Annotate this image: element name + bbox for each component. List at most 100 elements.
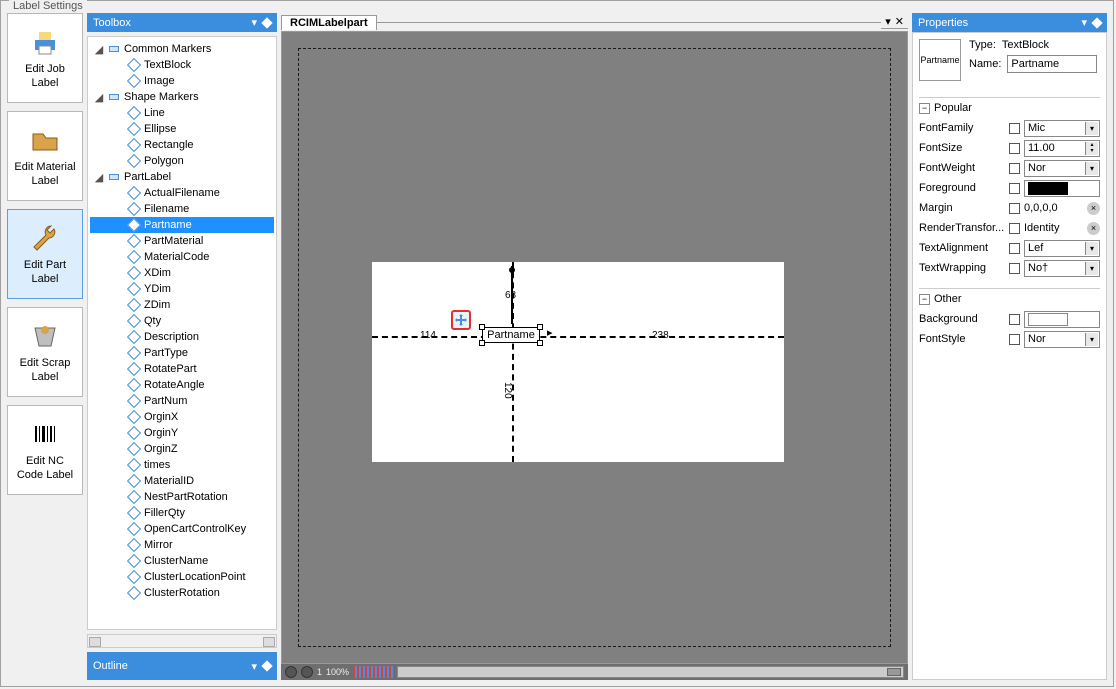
edit-scrap-label-button[interactable]: Edit Scrap Label — [7, 307, 83, 397]
tree-item-partmaterial[interactable]: PartMaterial — [90, 233, 274, 249]
tree-item-line[interactable]: Line — [90, 105, 274, 121]
property-label: FontSize — [919, 142, 1005, 154]
tree-item-times[interactable]: times — [90, 457, 274, 473]
property-marker[interactable] — [1009, 334, 1020, 345]
resize-handle[interactable] — [537, 340, 543, 346]
property-label: TextWrapping — [919, 262, 1005, 274]
horizontal-scrollbar[interactable] — [397, 666, 904, 678]
tree-item-clusterlocationpoint[interactable]: ClusterLocationPoint — [90, 569, 274, 585]
tree-item-description[interactable]: Description — [90, 329, 274, 345]
dropdown-icon[interactable]: ▾ — [251, 660, 257, 673]
barcode-icon — [29, 418, 61, 450]
dropdown-icon[interactable]: ▾ — [251, 16, 257, 29]
tree-item-clustername[interactable]: ClusterName — [90, 553, 274, 569]
tree-item-fillerqty[interactable]: FillerQty — [90, 505, 274, 521]
tree-item-image[interactable]: Image — [90, 73, 274, 89]
tree-item-polygon[interactable]: Polygon — [90, 153, 274, 169]
selected-textblock[interactable]: Partname — [482, 327, 540, 343]
property-marker[interactable] — [1009, 143, 1020, 154]
property-value-select[interactable]: Mic▾ — [1024, 120, 1100, 137]
tree-item-rotatepart[interactable]: RotatePart — [90, 361, 274, 377]
property-marker[interactable] — [1009, 263, 1020, 274]
property-row: Margin0,0,0,0× — [919, 198, 1100, 218]
type-label: Type: — [969, 39, 996, 51]
edit-part-label-button[interactable]: Edit Part Label — [7, 209, 83, 299]
designer-statusbar: 1 100% — [281, 664, 908, 680]
tree-group[interactable]: ◢Shape Markers — [90, 89, 274, 105]
collapse-icon[interactable]: − — [919, 294, 930, 305]
tree-group[interactable]: ◢PartLabel — [90, 169, 274, 185]
tree-item-clusterrotation[interactable]: ClusterRotation — [90, 585, 274, 601]
tree-item-ydim[interactable]: YDim — [90, 281, 274, 297]
property-value-select[interactable]: Nor▾ — [1024, 160, 1100, 177]
property-marker[interactable] — [1009, 183, 1020, 194]
property-value-color[interactable] — [1024, 311, 1100, 328]
move-grip-icon[interactable] — [451, 310, 471, 330]
tree-item-materialcode[interactable]: MaterialCode — [90, 249, 274, 265]
view-toggle-icon[interactable] — [353, 666, 393, 678]
tree-item-textblock[interactable]: TextBlock — [90, 57, 274, 73]
tab-close-icon[interactable]: ✕ — [895, 15, 904, 28]
tree-item-mirror[interactable]: Mirror — [90, 537, 274, 553]
dropdown-icon[interactable]: ▾ — [1081, 16, 1087, 29]
pin-icon[interactable] — [261, 17, 272, 28]
resize-handle[interactable] — [479, 340, 485, 346]
tree-item-rotateangle[interactable]: RotateAngle — [90, 377, 274, 393]
label-paper[interactable]: 68 120 114 238 Partname ▸ — [372, 262, 784, 462]
tree-item-zdim[interactable]: ZDim — [90, 297, 274, 313]
property-marker[interactable] — [1009, 163, 1020, 174]
expand-right-icon[interactable]: ▸ — [547, 326, 553, 339]
type-value: TextBlock — [1002, 39, 1049, 51]
tree-item-orginy[interactable]: OrginY — [90, 425, 274, 441]
property-marker[interactable] — [1009, 203, 1020, 214]
tree-item-qty[interactable]: Qty — [90, 313, 274, 329]
property-label: TextAlignment — [919, 242, 1005, 254]
tree-item-actualfilename[interactable]: ActualFilename — [90, 185, 274, 201]
property-marker[interactable] — [1009, 223, 1020, 234]
tree-item-materialid[interactable]: MaterialID — [90, 473, 274, 489]
popular-section-title: Popular — [934, 102, 972, 114]
designer-canvas[interactable]: 68 120 114 238 Partname ▸ — [281, 31, 908, 664]
toolbox-scrollbar[interactable] — [87, 634, 277, 648]
tree-item-orginz[interactable]: OrginZ — [90, 441, 274, 457]
designer-tab[interactable]: RCIMLabelpart — [281, 15, 377, 30]
tree-item-filename[interactable]: Filename — [90, 201, 274, 217]
property-value-select[interactable]: No†▾ — [1024, 260, 1100, 277]
pin-icon[interactable] — [1091, 17, 1102, 28]
tree-item-xdim[interactable]: XDim — [90, 265, 274, 281]
tab-dropdown-icon[interactable]: ▾ — [885, 15, 891, 28]
tree-item-opencartcontrolkey[interactable]: OpenCartControlKey — [90, 521, 274, 537]
tree-item-nestpartrotation[interactable]: NestPartRotation — [90, 489, 274, 505]
resize-handle[interactable] — [537, 324, 543, 330]
collapse-icon[interactable]: − — [919, 103, 930, 114]
toolbox-header: Toolbox ▾ — [87, 13, 277, 32]
edit-material-label-button[interactable]: Edit Material Label — [7, 111, 83, 201]
resize-handle[interactable] — [479, 324, 485, 330]
name-input[interactable] — [1007, 55, 1097, 73]
property-value-spinner[interactable]: 11.00▴▾ — [1024, 140, 1100, 157]
property-marker[interactable] — [1009, 123, 1020, 134]
clear-icon[interactable]: × — [1087, 222, 1100, 235]
tree-item-ellipse[interactable]: Ellipse — [90, 121, 274, 137]
tree-item-rectangle[interactable]: Rectangle — [90, 137, 274, 153]
zoom-out-icon[interactable] — [285, 666, 297, 678]
tree-item-parttype[interactable]: PartType — [90, 345, 274, 361]
property-marker[interactable] — [1009, 243, 1020, 254]
property-marker[interactable] — [1009, 314, 1020, 325]
property-label: FontFamily — [919, 122, 1005, 134]
property-value-select[interactable]: Lef▾ — [1024, 240, 1100, 257]
properties-panel: Partname Type:TextBlock Name: −Popular F… — [912, 32, 1107, 680]
edit-nc-code-label-button[interactable]: Edit NC Code Label — [7, 405, 83, 495]
tree-item-partname[interactable]: Partname — [90, 217, 274, 233]
clear-icon[interactable]: × — [1087, 202, 1100, 215]
zoom-in-icon[interactable] — [301, 666, 313, 678]
tree-group[interactable]: ◢Common Markers — [90, 41, 274, 57]
pin-icon[interactable] — [261, 660, 272, 671]
outline-header: Outline ▾ — [87, 652, 277, 680]
edit-job-label-button[interactable]: Edit Job Label — [7, 13, 83, 103]
tree-item-orginx[interactable]: OrginX — [90, 409, 274, 425]
property-value-select[interactable]: Nor▾ — [1024, 331, 1100, 348]
property-value-color[interactable] — [1024, 180, 1100, 197]
toolbox-tree[interactable]: ◢Common MarkersTextBlockImage◢Shape Mark… — [87, 36, 277, 630]
tree-item-partnum[interactable]: PartNum — [90, 393, 274, 409]
